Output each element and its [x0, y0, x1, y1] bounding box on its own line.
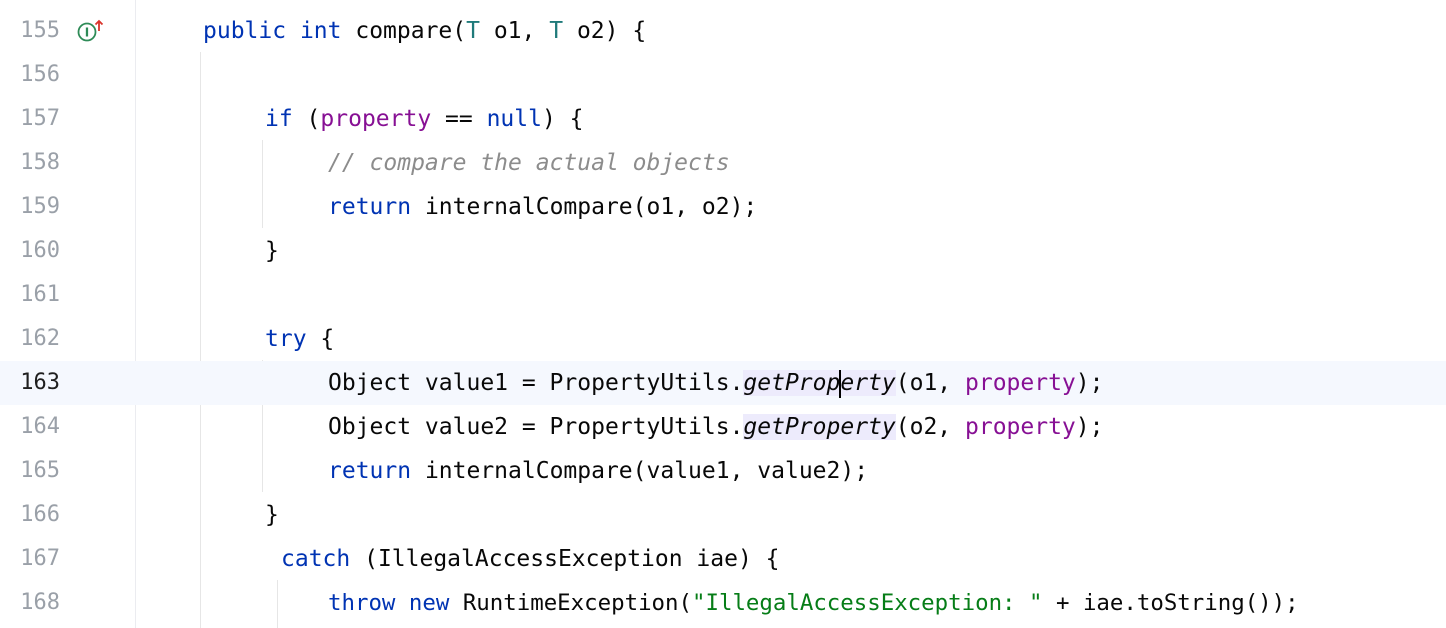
code-text: catch (IllegalAccessException iae) { — [281, 546, 780, 572]
line-number: 160 — [20, 238, 60, 263]
line-number: 166 — [20, 502, 60, 527]
line-number: 165 — [20, 458, 60, 483]
code-line[interactable]: 158 // compare the actual objects — [0, 141, 1446, 185]
code-line[interactable]: 159 return internalCompare(o1, o2); — [0, 185, 1446, 229]
line-number: 164 — [20, 414, 60, 439]
code-line[interactable]: 161 — [0, 273, 1446, 317]
usage-highlight: getProperty — [743, 414, 896, 440]
line-number: 162 — [20, 326, 60, 351]
code-text: Object value1 = PropertyUtils.getPropert… — [328, 369, 1104, 398]
line-number: 167 — [20, 546, 60, 571]
code-line[interactable]: 162 try { — [0, 317, 1446, 361]
line-number: 168 — [20, 590, 60, 615]
code-text: if (property == null) { — [265, 106, 584, 132]
code-line[interactable]: 155 I public int compare(T o1, T o2) { — [0, 9, 1446, 53]
line-number: 159 — [20, 194, 60, 219]
implements-method-icon[interactable]: I — [76, 18, 106, 46]
code-line[interactable]: 157 if (property == null) { — [0, 97, 1446, 141]
code-line[interactable]: 164 Object value2 = PropertyUtils.getPro… — [0, 405, 1446, 449]
code-line[interactable]: 167 catch (IllegalAccessException iae) { — [0, 537, 1446, 581]
code-line[interactable]: 168 throw new RuntimeException("IllegalA… — [0, 581, 1446, 625]
svg-text:I: I — [85, 26, 89, 40]
code-text: return internalCompare(value1, value2); — [328, 458, 869, 484]
line-number: 156 — [20, 62, 60, 87]
code-text: } — [265, 238, 279, 264]
line-number: 155 — [20, 18, 60, 43]
code-line[interactable]: 166 } — [0, 493, 1446, 537]
usage-highlight: getProperty — [743, 369, 896, 398]
code-text: throw new RuntimeException("IllegalAcces… — [328, 590, 1299, 616]
line-number: 161 — [20, 282, 60, 307]
code-editor[interactable]: 155 I public int compare(T o1, T o2) { 1… — [0, 0, 1446, 628]
code-comment: // compare the actual objects — [328, 150, 730, 176]
code-text: Object value2 = PropertyUtils.getPropert… — [328, 414, 1104, 440]
code-text: return internalCompare(o1, o2); — [328, 194, 758, 220]
line-number: 157 — [20, 106, 60, 131]
code-line[interactable]: 160 } — [0, 229, 1446, 273]
code-text: } — [265, 502, 279, 528]
code-line[interactable]: 156 — [0, 53, 1446, 97]
line-number: 163 — [20, 370, 60, 395]
code-text: public int compare(T o1, T o2) { — [203, 18, 647, 44]
code-text: try { — [265, 326, 335, 352]
code-line[interactable]: 165 return internalCompare(value1, value… — [0, 449, 1446, 493]
code-line-current[interactable]: 163 Object value1 = PropertyUtils.getPro… — [0, 361, 1446, 405]
line-number: 158 — [20, 150, 60, 175]
